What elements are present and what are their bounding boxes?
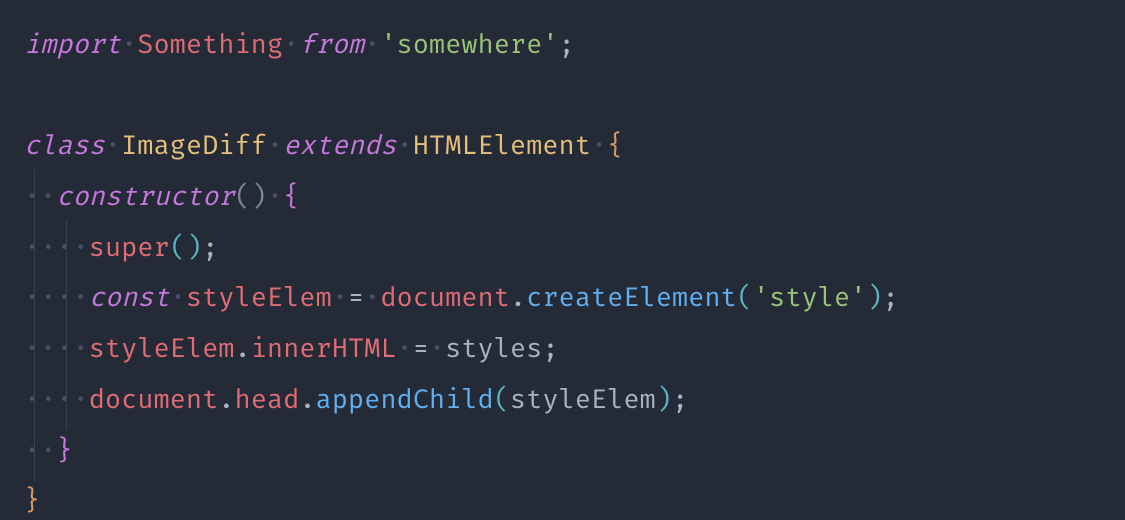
paren-open: ( <box>494 384 510 416</box>
dot: . <box>218 384 234 416</box>
whitespace-dot: · <box>397 333 413 365</box>
constructor-keyword: constructor <box>56 181 234 213</box>
keyword-class: class <box>24 130 105 162</box>
indent-guide: · <box>56 333 72 365</box>
whitespace-dot: · <box>73 282 89 314</box>
dot: . <box>235 333 251 365</box>
keyword-from: from <box>299 29 364 61</box>
brace-close: } <box>56 435 72 467</box>
indent-guide: · <box>24 435 40 467</box>
indent-guide: · <box>24 232 40 264</box>
code-line-8: ····document.head.appendChild(styleElem)… <box>24 384 688 416</box>
semicolon: ; <box>542 333 558 365</box>
whitespace-dot: · <box>364 282 380 314</box>
string-style: 'style' <box>753 282 866 314</box>
keyword-import: import <box>24 29 121 61</box>
arg-styleelem: styleElem <box>510 384 656 416</box>
paren-close: ) <box>656 384 672 416</box>
equals: = <box>348 282 364 314</box>
code-line-4: ··constructor()·{ <box>24 181 299 213</box>
dot: . <box>510 282 526 314</box>
whitespace-dot: · <box>332 282 348 314</box>
keyword-extends: extends <box>283 130 396 162</box>
dot: . <box>299 384 315 416</box>
super-call: super <box>89 232 170 264</box>
whitespace-dot: · <box>40 333 56 365</box>
code-line-10: } <box>24 485 40 517</box>
method-createelement: createElement <box>526 282 737 314</box>
indent-guide: · <box>24 333 40 365</box>
whitespace-dot: · <box>105 130 121 162</box>
whitespace-dot: · <box>283 29 299 61</box>
identifier-document: document <box>89 384 219 416</box>
method-appendchild: appendChild <box>316 384 494 416</box>
whitespace-dot: · <box>591 130 607 162</box>
indent-guide: · <box>24 181 40 213</box>
indent-guide: · <box>56 282 72 314</box>
indent-guide: · <box>56 232 72 264</box>
property-innerhtml: innerHTML <box>251 333 397 365</box>
indent-guide: · <box>24 282 40 314</box>
class-name-htmlelement: HTMLElement <box>413 130 591 162</box>
semicolon: ; <box>202 232 218 264</box>
identifier-something: Something <box>137 29 283 61</box>
paren-open: ( <box>737 282 753 314</box>
whitespace-dot: · <box>429 333 445 365</box>
paren-close: ) <box>866 282 882 314</box>
whitespace-dot: · <box>40 435 56 467</box>
whitespace-dot: · <box>40 282 56 314</box>
whitespace-dot: · <box>267 130 283 162</box>
code-line-9: ··} <box>24 435 73 467</box>
whitespace-dot: · <box>364 29 380 61</box>
indent-guide: · <box>24 384 40 416</box>
code-line-1: import·Something·from·'somewhere'; <box>24 29 575 61</box>
whitespace-dot: · <box>40 181 56 213</box>
indent-guide: · <box>56 384 72 416</box>
property-head: head <box>235 384 300 416</box>
whitespace-dot: · <box>73 232 89 264</box>
equals: = <box>413 333 429 365</box>
whitespace-dot: · <box>40 232 56 264</box>
code-line-7: ····styleElem.innerHTML·=·styles; <box>24 333 559 365</box>
semicolon: ; <box>672 384 688 416</box>
parens: () <box>170 232 202 264</box>
keyword-const: const <box>89 282 170 314</box>
whitespace-dot: · <box>40 384 56 416</box>
whitespace-dot: · <box>397 130 413 162</box>
code-block: import·Something·from·'somewhere'; class… <box>0 0 1125 520</box>
parens: () <box>235 181 267 213</box>
whitespace-dot: · <box>170 282 186 314</box>
string-somewhere: 'somewhere' <box>380 29 558 61</box>
whitespace-dot: · <box>121 29 137 61</box>
semicolon: ; <box>559 29 575 61</box>
var-styleelem: styleElem <box>186 282 332 314</box>
identifier-styleelem: styleElem <box>89 333 235 365</box>
class-name-imagediff: ImageDiff <box>121 130 267 162</box>
code-line-6: ····const·styleElem·=·document.createEle… <box>24 282 899 314</box>
brace-close: } <box>24 485 40 517</box>
identifier-document: document <box>380 282 510 314</box>
brace-open: { <box>283 181 299 213</box>
identifier-styles: styles <box>445 333 542 365</box>
whitespace-dot: · <box>73 333 89 365</box>
semicolon: ; <box>883 282 899 314</box>
whitespace-dot: · <box>73 384 89 416</box>
whitespace-dot: · <box>267 181 283 213</box>
code-line-5: ····super(); <box>24 232 218 264</box>
brace-open: { <box>607 130 623 162</box>
code-line-3: class·ImageDiff·extends·HTMLElement·{ <box>24 130 623 162</box>
